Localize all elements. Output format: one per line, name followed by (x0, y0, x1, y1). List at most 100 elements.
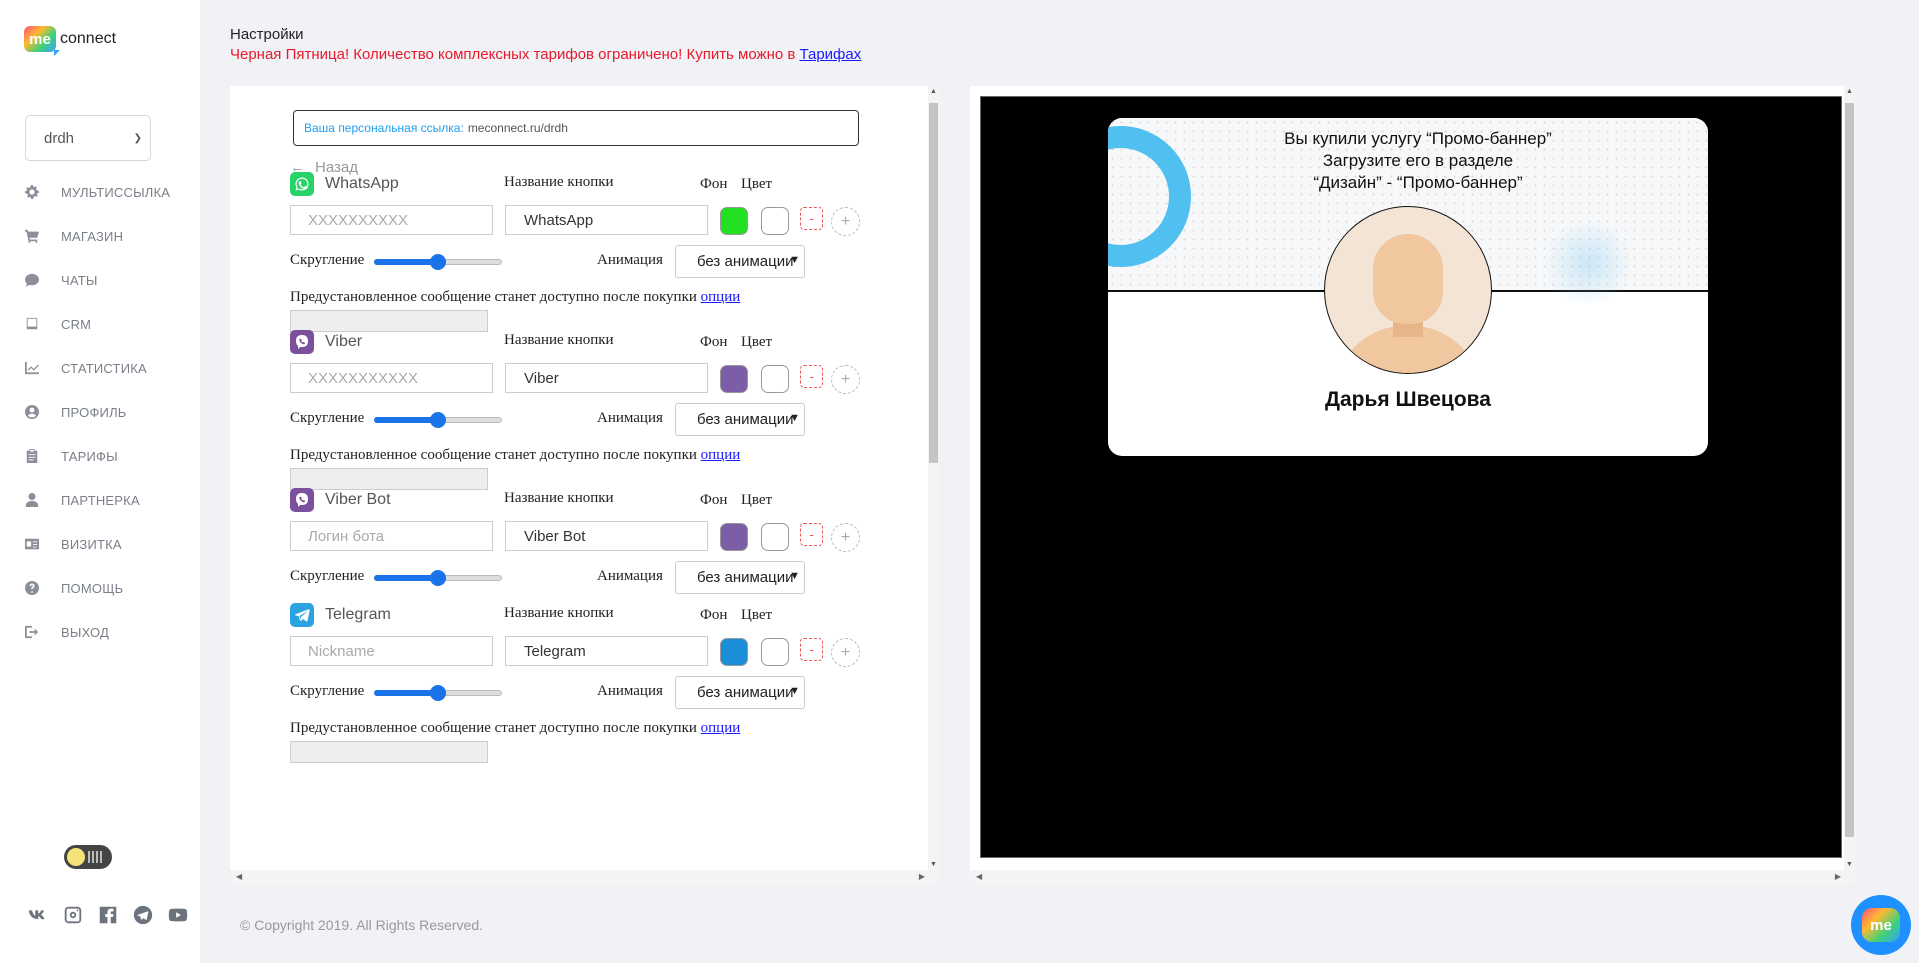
slider-thumb[interactable] (430, 412, 446, 428)
sidebar-item-7[interactable]: ТАРИФЫ (25, 434, 170, 478)
add-button[interactable]: + (831, 207, 860, 236)
promo-link[interactable]: Тарифах (800, 46, 862, 63)
bg-label: Фон (700, 334, 728, 350)
button-name-label: Название кнопки (504, 332, 614, 348)
logo-text: connect (60, 30, 117, 47)
remove-button[interactable]: - (800, 523, 823, 546)
instagram-icon[interactable] (61, 903, 85, 927)
book-icon (25, 317, 39, 331)
sidebar-item-11[interactable]: ВЫХОД (25, 610, 170, 654)
facebook-icon[interactable] (96, 903, 120, 927)
preset-text: Предустановленное сообщение станет досту… (290, 447, 701, 463)
bg-color-swatch[interactable] (720, 365, 748, 393)
rounding-slider[interactable] (374, 254, 502, 270)
preview-horizontal-scrollbar[interactable]: ◀ ▶ (970, 870, 1855, 884)
youtube-icon[interactable] (166, 903, 190, 927)
contact-input[interactable]: XXXXXXXXXXX (290, 363, 493, 393)
scroll-down-icon[interactable]: ▼ (1844, 861, 1855, 868)
preview-vertical-scrollbar[interactable]: ▲ ▼ (1844, 86, 1855, 870)
remove-button[interactable]: - (800, 638, 823, 661)
text-color-swatch[interactable] (761, 523, 789, 551)
scroll-up-icon[interactable]: ▲ (1844, 88, 1855, 95)
slider-thumb[interactable] (430, 570, 446, 586)
decor-ring (1108, 126, 1191, 267)
sidebar-item-3[interactable]: ЧАТЫ (25, 258, 170, 302)
vk-icon[interactable] (26, 903, 50, 927)
editor-horizontal-scrollbar[interactable]: ◀ ▶ (230, 870, 939, 884)
slider-fill (374, 690, 438, 696)
color-label: Цвет (741, 176, 773, 192)
scroll-left-icon[interactable]: ◀ (976, 872, 982, 881)
preset-message-note: Предустановленное сообщение станет досту… (290, 289, 740, 306)
preset-option-link[interactable]: опции (701, 447, 741, 463)
remove-button[interactable]: - (800, 365, 823, 388)
animation-select[interactable]: без анимации ▼ (675, 245, 805, 278)
scroll-up-icon[interactable]: ▲ (928, 88, 939, 95)
slider-thumb[interactable] (430, 254, 446, 270)
scroll-thumb[interactable] (1845, 103, 1854, 837)
question-icon (25, 581, 39, 595)
messenger-header: WhatsApp (290, 172, 399, 196)
bg-label: Фон (700, 607, 728, 623)
sidebar-item-5[interactable]: СТАТИСТИКА (25, 346, 170, 390)
telegram-icon (290, 603, 314, 627)
slider-thumb[interactable] (430, 685, 446, 701)
sidebar-item-label: ЧАТЫ (61, 272, 98, 288)
text-color-swatch[interactable] (761, 207, 789, 235)
animation-select[interactable]: без анимации ▼ (675, 403, 805, 436)
preset-option-link[interactable]: опции (701, 289, 741, 305)
animation-select[interactable]: без анимации ▼ (675, 676, 805, 709)
preset-message-input (290, 741, 488, 763)
animation-label: Анимация (597, 252, 663, 268)
editor-vertical-scrollbar[interactable]: ▲ ▼ (928, 86, 939, 870)
bg-color-swatch[interactable] (720, 523, 748, 551)
slider-fill (374, 417, 438, 423)
sidebar-item-6[interactable]: ПРОФИЛЬ (25, 390, 170, 434)
scroll-left-icon[interactable]: ◀ (236, 872, 242, 881)
chat-widget-button[interactable]: me (1851, 895, 1911, 955)
button-name-input[interactable]: Viber Bot (505, 521, 708, 551)
telegram-icon[interactable] (131, 903, 155, 927)
sign-out-icon (25, 625, 39, 639)
logo[interactable]: me connect (24, 26, 117, 56)
add-button[interactable]: + (831, 638, 860, 667)
sidebar-item-2[interactable]: МАГАЗИН (25, 214, 170, 258)
sidebar-item-label: ТАРИФЫ (61, 448, 118, 464)
messenger-name: Viber (325, 333, 363, 350)
theme-toggle[interactable] (64, 845, 112, 869)
bg-color-swatch[interactable] (720, 207, 748, 235)
scroll-thumb[interactable] (929, 103, 938, 463)
scroll-right-icon[interactable]: ▶ (919, 872, 925, 881)
rounding-slider[interactable] (374, 570, 502, 586)
button-name-input[interactable]: WhatsApp (505, 205, 708, 235)
contact-input[interactable]: XXXXXXXXXX (290, 205, 493, 235)
add-button[interactable]: + (831, 365, 860, 394)
preset-option-link[interactable]: опции (701, 720, 741, 736)
contact-input[interactable]: Логин бота (290, 521, 493, 551)
sidebar-item-8[interactable]: ПАРТНЕРКА (25, 478, 170, 522)
contact-input[interactable]: Nickname (290, 636, 493, 666)
text-color-swatch[interactable] (761, 365, 789, 393)
text-color-swatch[interactable] (761, 638, 789, 666)
animation-label: Анимация (597, 410, 663, 426)
scroll-down-icon[interactable]: ▼ (928, 861, 939, 868)
rounding-slider[interactable] (374, 685, 502, 701)
button-name-input[interactable]: Telegram (505, 636, 708, 666)
editor-panel: Ваша персональная ссылка: meconnect.ru/d… (230, 86, 939, 884)
animation-select[interactable]: без анимации ▼ (675, 561, 805, 594)
logo-badge: me (24, 26, 60, 56)
scroll-right-icon[interactable]: ▶ (1835, 872, 1841, 881)
add-button[interactable]: + (831, 523, 860, 552)
sidebar-item-9[interactable]: ВИЗИТКА (25, 522, 170, 566)
bg-color-swatch[interactable] (720, 638, 748, 666)
sidebar-item-1[interactable]: МУЛЬТИССЫЛКА (25, 170, 170, 214)
rounding-slider[interactable] (374, 412, 502, 428)
remove-button[interactable]: - (800, 207, 823, 230)
personal-link-box[interactable]: Ваша персональная ссылка: meconnect.ru/d… (293, 110, 859, 146)
decor-glow (1538, 223, 1638, 303)
account-select[interactable]: drdh ❯ (25, 115, 151, 161)
button-name-input[interactable]: Viber (505, 363, 708, 393)
chat-widget-logo: me (1862, 908, 1900, 942)
sidebar-item-10[interactable]: ПОМОЩЬ (25, 566, 170, 610)
sidebar-item-4[interactable]: CRM (25, 302, 170, 346)
